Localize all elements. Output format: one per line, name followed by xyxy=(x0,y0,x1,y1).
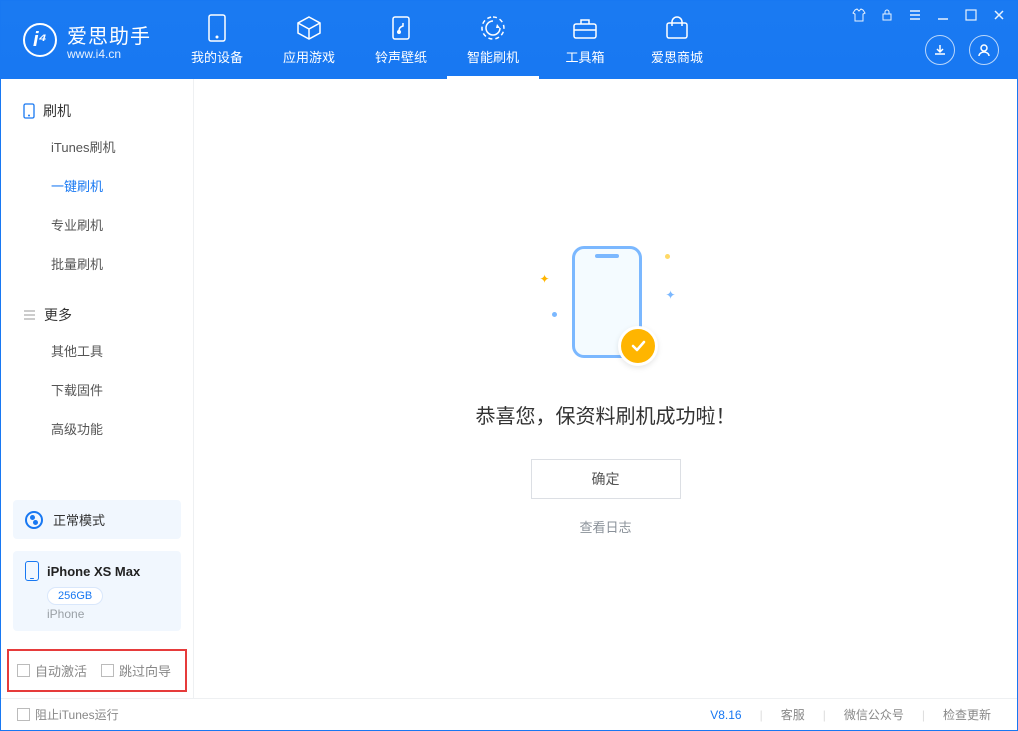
close-button[interactable] xyxy=(991,7,1007,23)
dot-icon xyxy=(665,254,670,259)
sidebar-item-pro-flash[interactable]: 专业刷机 xyxy=(1,205,193,244)
apps-icon xyxy=(296,15,322,41)
mode-icon xyxy=(25,511,43,529)
brand-name: 爱思助手 xyxy=(67,20,151,49)
menu-icon[interactable] xyxy=(907,7,923,23)
sidebar-item-other-tools[interactable]: 其他工具 xyxy=(1,331,193,370)
sidebar-section-title: 刷机 xyxy=(1,95,193,127)
device-capacity-badge: 256GB xyxy=(47,587,103,605)
device-mode-label: 正常模式 xyxy=(53,510,105,529)
nav-label: 铃声壁纸 xyxy=(375,47,427,66)
store-icon xyxy=(664,15,690,41)
checkbox-auto-activate[interactable]: 自动激活 xyxy=(17,661,87,680)
device-mode-box[interactable]: 正常模式 xyxy=(13,500,181,539)
sidebar-section-flash: 刷机 iTunes刷机 一键刷机 专业刷机 批量刷机 xyxy=(1,79,193,283)
checkbox-icon xyxy=(101,664,114,677)
flash-icon xyxy=(480,15,506,41)
device-name-row: iPhone XS Max xyxy=(25,561,169,581)
nav-smart-flash[interactable]: 智能刷机 xyxy=(447,1,539,79)
view-log-link[interactable]: 查看日志 xyxy=(579,517,631,536)
status-bar: 阻止iTunes运行 V8.16 | 客服 | 微信公众号 | 检查更新 xyxy=(1,698,1017,730)
sparkle-icon: ✦ xyxy=(665,288,675,302)
ok-button[interactable]: 确定 xyxy=(531,459,681,499)
dot-icon xyxy=(552,312,557,317)
success-illustration: ✦ ✦ xyxy=(546,242,666,372)
nav-label: 工具箱 xyxy=(565,47,604,66)
check-badge-icon xyxy=(618,326,658,366)
main-content: ✦ ✦ 恭喜您，保资料刷机成功啦！ 确定 查看日志 xyxy=(194,79,1017,698)
device-info-box[interactable]: iPhone XS Max 256GB iPhone xyxy=(13,551,181,631)
list-icon xyxy=(23,309,36,321)
checkbox-prevent-itunes[interactable]: 阻止iTunes运行 xyxy=(17,706,119,723)
ringtone-icon xyxy=(388,15,414,41)
checkbox-icon xyxy=(17,708,30,721)
success-message: 恭喜您，保资料刷机成功啦！ xyxy=(476,400,736,429)
toolbox-icon xyxy=(572,15,598,41)
sparkle-icon: ✦ xyxy=(540,272,550,286)
device-type: iPhone xyxy=(47,607,169,621)
sidebar-item-one-click-flash[interactable]: 一键刷机 xyxy=(1,166,193,205)
app-window: i⁴ 爱思助手 www.i4.cn 我的设备 应用游戏 xyxy=(0,0,1018,731)
app-body: 刷机 iTunes刷机 一键刷机 专业刷机 批量刷机 更多 其他工具 下载固件 … xyxy=(1,79,1017,698)
phone-icon xyxy=(25,561,39,581)
nav-store[interactable]: 爱思商城 xyxy=(631,1,723,79)
nav-ringtones[interactable]: 铃声壁纸 xyxy=(355,1,447,79)
checkbox-skip-guide[interactable]: 跳过向导 xyxy=(101,661,171,680)
lock-icon[interactable] xyxy=(879,7,895,23)
sidebar-section-more: 更多 其他工具 下载固件 高级功能 xyxy=(1,283,193,448)
nav-label: 应用游戏 xyxy=(283,47,335,66)
device-small-icon xyxy=(23,103,35,119)
nav-label: 智能刷机 xyxy=(467,47,519,66)
shirt-icon[interactable] xyxy=(851,7,867,23)
header-action-buttons xyxy=(925,35,999,65)
account-button[interactable] xyxy=(969,35,999,65)
brand-url: www.i4.cn xyxy=(67,47,151,61)
maximize-button[interactable] xyxy=(963,7,979,23)
device-icon xyxy=(204,15,230,41)
sidebar-section-title: 更多 xyxy=(1,299,193,331)
nav-toolbox[interactable]: 工具箱 xyxy=(539,1,631,79)
nav-label: 我的设备 xyxy=(191,47,243,66)
bottom-options-highlighted: 自动激活 跳过向导 xyxy=(7,649,187,692)
sidebar: 刷机 iTunes刷机 一键刷机 专业刷机 批量刷机 更多 其他工具 下载固件 … xyxy=(1,79,194,698)
footer-link-wechat[interactable]: 微信公众号 xyxy=(834,706,914,723)
logo[interactable]: i⁴ 爱思助手 www.i4.cn xyxy=(1,20,171,61)
version-label: V8.16 xyxy=(710,708,741,722)
device-name: iPhone XS Max xyxy=(47,564,140,579)
sidebar-item-advanced[interactable]: 高级功能 xyxy=(1,409,193,448)
sidebar-item-itunes-flash[interactable]: iTunes刷机 xyxy=(1,127,193,166)
minimize-button[interactable] xyxy=(935,7,951,23)
sidebar-item-batch-flash[interactable]: 批量刷机 xyxy=(1,244,193,283)
sidebar-item-download-firmware[interactable]: 下载固件 xyxy=(1,370,193,409)
main-nav: 我的设备 应用游戏 铃声壁纸 智能刷机 xyxy=(171,1,723,79)
footer-link-support[interactable]: 客服 xyxy=(771,706,815,723)
titlebar: i⁴ 爱思助手 www.i4.cn 我的设备 应用游戏 xyxy=(1,1,1017,79)
nav-label: 爱思商城 xyxy=(651,47,703,66)
checkbox-icon xyxy=(17,664,30,677)
nav-my-device[interactable]: 我的设备 xyxy=(171,1,263,79)
window-controls-row1 xyxy=(851,7,1007,23)
logo-icon: i⁴ xyxy=(23,23,57,57)
footer-link-check-update[interactable]: 检查更新 xyxy=(933,706,1001,723)
download-button[interactable] xyxy=(925,35,955,65)
nav-apps-games[interactable]: 应用游戏 xyxy=(263,1,355,79)
